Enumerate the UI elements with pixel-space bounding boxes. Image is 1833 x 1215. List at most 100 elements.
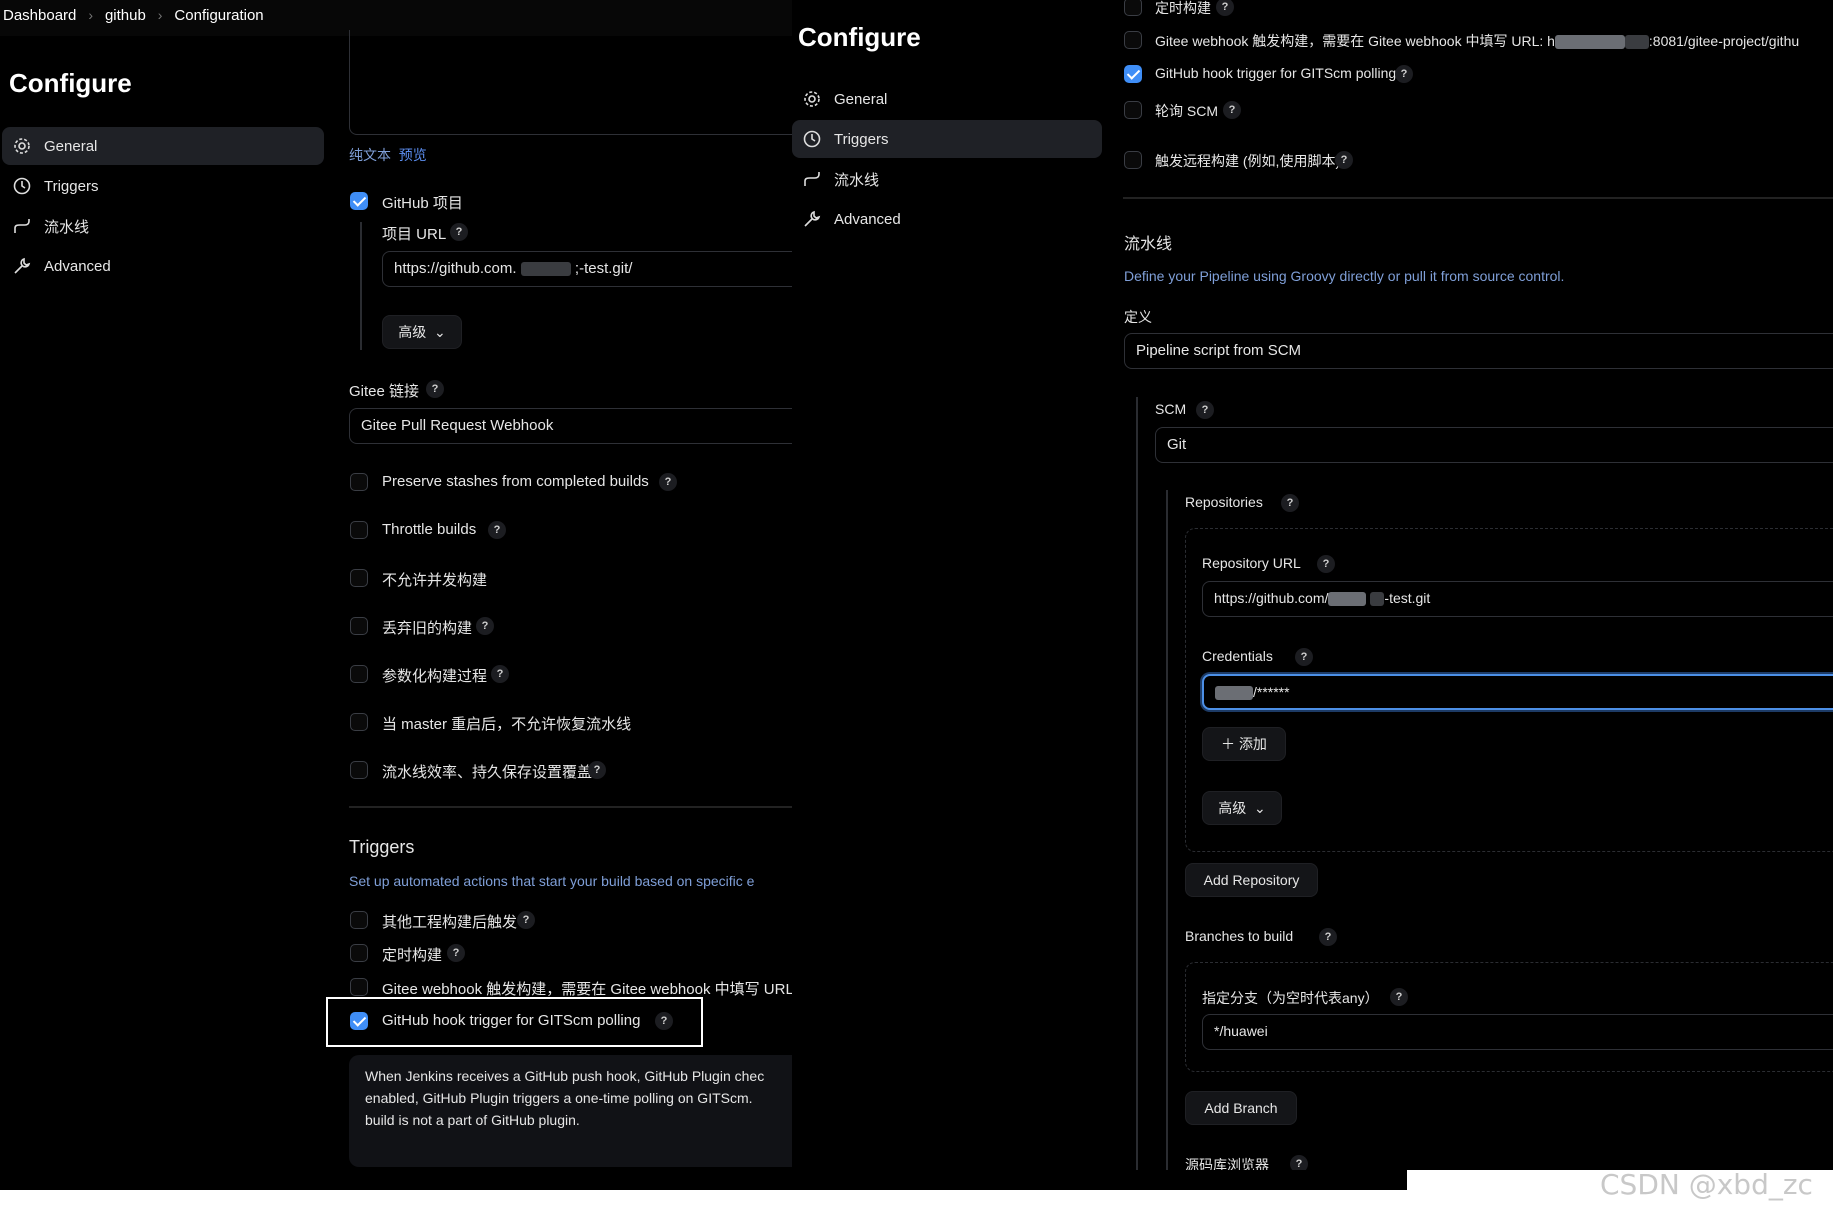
add-repository-button[interactable]: Add Repository [1185,863,1318,897]
clock-icon [13,177,31,195]
sidebar-item-label: 流水线 [834,171,880,189]
help-icon[interactable]: ? [1196,401,1214,419]
breadcrumb-dashboard[interactable]: Dashboard [3,7,76,24]
help-icon[interactable]: ? [450,223,468,241]
sidebar-item-general[interactable]: General [2,127,324,165]
option-label: 流水线效率、持久保存设置覆盖 [382,764,593,781]
sidebar-item-pipeline[interactable]: 流水线 [2,207,324,245]
github-project-label: GitHub 项目 [382,195,463,212]
help-icon[interactable]: ? [1223,101,1241,119]
trigger-label: Gitee webhook 触发构建，需要在 Gitee webhook 中填写… [382,981,792,998]
sidebar-item-label: Triggers [44,177,99,195]
trigger-checkbox[interactable] [1124,101,1142,119]
sidebar-item-label: Triggers [834,130,889,148]
clock-icon [803,130,821,148]
scm-label: SCM [1155,401,1187,417]
help-icon[interactable]: ? [447,944,465,962]
sidebar-item-pipeline[interactable]: 流水线 [792,160,1102,198]
help-icon[interactable]: ? [588,761,606,779]
help-icon[interactable]: ? [1216,0,1234,16]
option-checkbox[interactable] [350,713,368,731]
help-icon[interactable]: ? [1319,928,1337,946]
pipeline-description: Define your Pipeline using Groovy direct… [1124,268,1565,284]
help-icon[interactable]: ? [1290,1155,1308,1170]
definition-label: 定义 [1124,309,1152,325]
wrench-icon [14,257,31,274]
help-icon[interactable]: ? [426,380,444,398]
triggers-description: Set up automated actions that start your… [349,873,755,889]
help-icon[interactable]: ? [1335,151,1353,169]
breadcrumb-configuration[interactable]: Configuration [174,7,263,24]
trigger-checkbox[interactable] [350,978,368,996]
trigger-label: 定时构建 [382,947,443,964]
option-checkbox[interactable] [350,473,368,491]
gitee-link-select[interactable]: Gitee Pull Request Webhook [349,408,792,444]
breadcrumb-github[interactable]: github [105,7,146,24]
tab-preview[interactable]: 预览 [399,147,427,163]
section-indent-line [1136,397,1138,1170]
trigger-checkbox[interactable] [350,944,368,962]
option-checkbox[interactable] [350,665,368,683]
github-project-checkbox[interactable] [350,192,368,210]
section-indent-line [360,222,362,350]
branch-specifier-label: 指定分支（为空时代表any） [1202,990,1379,1006]
redacted-text [1624,35,1649,50]
advanced-button[interactable]: 高级 ⌄ [1202,791,1282,825]
option-checkbox[interactable] [350,761,368,779]
sidebar-item-advanced[interactable]: Advanced [792,200,1102,238]
trigger-checkbox[interactable] [350,911,368,929]
gear-icon [804,91,820,107]
sidebar-item-general[interactable]: General [792,80,1102,118]
add-credentials-button[interactable]: ＋ 添加 [1202,727,1286,761]
trigger-label: GitHub hook trigger for GITScm polling [1155,65,1397,81]
editor-tabs: 纯文本 预览 [349,145,427,165]
add-branch-button[interactable]: Add Branch [1185,1091,1297,1125]
option-label: 当 master 重启后，不允许恢复流水线 [382,716,632,733]
gear-icon [14,138,30,154]
branch-specifier-input[interactable]: */huawei [1202,1014,1833,1050]
repository-url-input[interactable]: https://github.com/-test.git [1202,581,1833,617]
bottom-margin [0,1190,792,1215]
help-icon[interactable]: ? [1295,648,1313,666]
scm-select[interactable]: Git [1155,427,1833,463]
help-icon[interactable]: ? [517,911,535,929]
divider [349,806,792,808]
credentials-select[interactable]: /****** [1202,674,1833,710]
help-icon[interactable]: ? [476,617,494,635]
help-icon[interactable]: ? [488,521,506,539]
option-checkbox[interactable] [350,617,368,635]
pipeline-icon [14,219,30,233]
help-icon[interactable]: ? [1395,65,1413,83]
help-icon[interactable]: ? [491,665,509,683]
option-checkbox[interactable] [350,569,368,587]
trigger-checkbox[interactable] [1124,31,1142,49]
project-url-label: 项目 URL [382,226,447,243]
help-text-line: build is not a part of GitHub plugin. [365,1112,580,1128]
definition-select[interactable]: Pipeline script from SCM [1124,333,1833,369]
sidebar-item-label: Advanced [834,210,901,228]
sidebar-item-triggers[interactable]: Triggers [792,120,1102,158]
help-icon[interactable]: ? [1281,494,1299,512]
trigger-label-gitee-webhook: Gitee webhook 触发构建，需要在 Gitee webhook 中填写… [1155,33,1800,50]
help-text-line: enabled, GitHub Plugin triggers a one-ti… [365,1090,753,1106]
help-icon[interactable]: ? [1317,555,1335,573]
help-icon[interactable]: ? [655,1012,673,1030]
repository-browser-label: 源码库浏览器 [1185,1157,1269,1170]
trigger-label: 定时构建 [1155,0,1211,16]
tab-plain-text[interactable]: 纯文本 [349,147,391,163]
trigger-checkbox[interactable] [1124,0,1142,16]
help-icon[interactable]: ? [659,473,677,491]
project-url-input[interactable]: https://github.com. ;-test.git/ [382,251,792,287]
sidebar-item-advanced[interactable]: Advanced [2,247,324,285]
trigger-checkbox[interactable] [1124,151,1142,169]
github-hook-checkbox[interactable] [350,1012,368,1030]
left-screenshot-panel: Dashboard › github › Configuration Confi… [0,0,792,1190]
description-textarea[interactable] [349,30,792,135]
sidebar-item-triggers[interactable]: Triggers [2,167,324,205]
advanced-button[interactable]: 高级 ⌄ [382,315,462,349]
help-icon[interactable]: ? [1390,988,1408,1006]
option-checkbox[interactable] [350,521,368,539]
option-label: Throttle builds [382,521,477,538]
github-hook-checkbox[interactable] [1124,65,1142,83]
breadcrumb: Dashboard › github › Configuration [3,7,264,24]
